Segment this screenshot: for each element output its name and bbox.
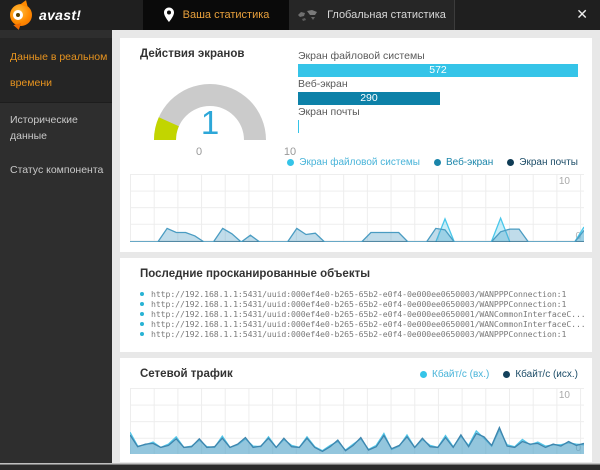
scanned-item: http://192.168.1.1:5431/uuid:000ef4e0-b2…: [140, 309, 586, 319]
close-icon[interactable]: ✕: [576, 6, 588, 22]
bar-file-system: 572: [298, 64, 578, 77]
bar-row: Веб-экран 290: [298, 79, 578, 105]
legend-dot-icon: [503, 371, 511, 378]
legend-item-kbps-in[interactable]: Кбайт/с (вх.): [420, 369, 489, 380]
window-bottom-frame: [0, 463, 600, 470]
scanned-list: http://192.168.1.1:5431/uuid:000ef4e0-b2…: [140, 289, 586, 339]
legend-label: Экран почты: [519, 157, 578, 168]
logo-text: avast!: [39, 7, 82, 23]
tab-global-statistics[interactable]: Глобальная статистика: [289, 0, 454, 30]
network-legend: Кбайт/с (вх.) Кбайт/с (исх.): [420, 369, 578, 380]
legend-dot-icon: [420, 371, 427, 378]
scanned-item: http://192.168.1.1:5431/uuid:000ef4e0-b2…: [140, 329, 586, 339]
bar-label: Экран почты: [298, 106, 360, 118]
avast-ball-icon: [10, 0, 32, 31]
panel-network-traffic: Сетевой трафик Кбайт/с (вх.) Кбайт/с (ис…: [120, 358, 592, 462]
logo-spike: [20, 0, 30, 8]
bullet-icon: [140, 332, 144, 336]
network-traffic-chart: 0 10: [130, 388, 584, 454]
bullet-icon: [140, 302, 144, 306]
scanned-item: http://192.168.1.1:5431/uuid:000ef4e0-b2…: [140, 299, 586, 309]
legend-label: Веб-экран: [445, 157, 494, 168]
bullet-icon: [140, 312, 144, 316]
legend-dot-icon: [287, 159, 295, 166]
tab-your-statistics-label: Ваша статистика: [182, 9, 270, 21]
legend-item-kbps-out[interactable]: Кбайт/с (исх.): [503, 369, 578, 380]
scanned-item: http://192.168.1.1:5431/uuid:000ef4e0-b2…: [140, 319, 586, 329]
scanned-url: http://192.168.1.1:5431/uuid:000ef4e0-b2…: [151, 309, 586, 319]
legend-label: Кбайт/с (исх.): [515, 369, 578, 380]
legend-label: Кбайт/с (вх.): [432, 369, 490, 380]
chart-svg: [130, 216, 584, 242]
scanned-url: http://192.168.1.1:5431/uuid:000ef4e0-b2…: [151, 319, 586, 329]
topbar: avast! Ваша статистика Глобальная статис…: [0, 0, 600, 31]
tab-divider: [454, 0, 455, 30]
bar-mail: [298, 120, 300, 133]
avast-logo: avast!: [10, 0, 82, 31]
axis-max-label: 10: [558, 176, 570, 187]
axis-max-label: 10: [558, 390, 570, 401]
bar-chart: Экран файловой системы 572 Веб-экран 290…: [298, 51, 578, 135]
location-pin-icon: [163, 7, 174, 22]
legend-label: Экран файловой системы: [299, 157, 420, 168]
gauge-value: 1: [200, 104, 220, 141]
gauge-min-label: 0: [195, 146, 203, 158]
content-area: Действия экранов 1 0 10 Экран файловой с…: [112, 30, 600, 470]
bar-row: Экран почты: [298, 107, 578, 133]
sidebar-item-realtime-data[interactable]: Данные в реальном времени: [0, 38, 112, 103]
panel-scanned-objects: Последние просканированные объекты http:…: [120, 258, 592, 352]
bar-web: 290: [298, 92, 440, 105]
sidebar-item-component-status[interactable]: Статус компонента: [0, 153, 112, 187]
panel-title: Сетевой трафик: [140, 368, 233, 380]
panel-screen-actions: Действия экранов 1 0 10 Экран файловой с…: [120, 38, 592, 252]
tab-your-statistics[interactable]: Ваша статистика: [143, 0, 289, 30]
bar-label: Экран файловой системы: [298, 50, 425, 62]
bullet-icon: [140, 322, 144, 326]
scanned-item: http://192.168.1.1:5431/uuid:000ef4e0-b2…: [140, 289, 586, 299]
screen-actions-timeline-chart: 0 10: [130, 174, 584, 242]
sidebar: Данные в реальном времени Исторические д…: [0, 30, 112, 470]
sidebar-item-historical-data[interactable]: Исторические данные: [0, 103, 112, 153]
scanned-url: http://192.168.1.1:5431/uuid:000ef4e0-b2…: [151, 289, 567, 299]
bar-value: 572: [429, 64, 447, 76]
sidebar-item-label: Статус компонента: [10, 164, 104, 176]
legend-item-file-system[interactable]: Экран файловой системы: [287, 157, 420, 168]
sidebar-item-label: Исторические данные: [10, 114, 78, 142]
legend-dot-icon: [433, 159, 441, 166]
timeline-legend: Экран файловой системы Веб-экран Экран п…: [287, 157, 578, 168]
panel-title: Последние просканированные объекты: [140, 268, 371, 280]
scanned-url: http://192.168.1.1:5431/uuid:000ef4e0-b2…: [151, 299, 567, 309]
bar-label: Веб-экран: [298, 78, 348, 90]
legend-item-mail[interactable]: Экран почты: [507, 157, 578, 168]
sidebar-item-label: Данные в реальном времени: [10, 51, 108, 89]
panel-title: Действия экранов: [140, 48, 245, 60]
bar-row: Экран файловой системы 572: [298, 51, 578, 77]
legend-item-web[interactable]: Веб-экран: [433, 157, 494, 168]
bullet-icon: [140, 292, 144, 296]
app-window: avast! Ваша статистика Глобальная статис…: [0, 0, 600, 470]
chart-svg: [130, 425, 584, 454]
bar-value: 290: [360, 92, 378, 104]
tab-global-statistics-label: Глобальная статистика: [327, 9, 446, 21]
scanned-url: http://192.168.1.1:5431/uuid:000ef4e0-b2…: [151, 329, 567, 339]
legend-dot-icon: [507, 159, 515, 166]
world-map-icon: [298, 9, 318, 21]
logo-spike: [13, 23, 23, 31]
